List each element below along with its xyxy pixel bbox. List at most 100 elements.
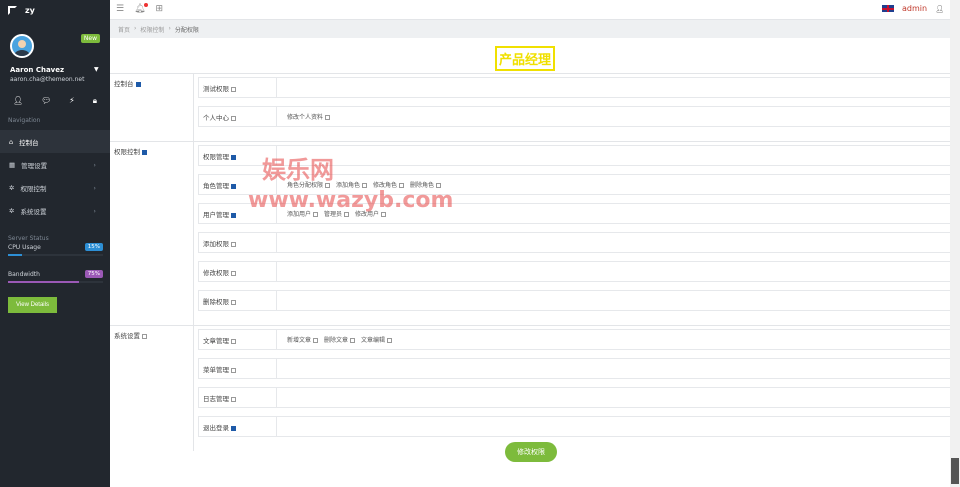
permission-row: 用户管理 添加用户 管理员 修改用户 [198,203,950,224]
checkbox[interactable] [231,270,236,276]
role-title: 产品经理 [495,46,556,71]
permission-row: 权限管理 [198,145,950,166]
checkbox[interactable] [399,183,405,188]
checkbox[interactable] [313,212,319,217]
sidebar-item-system[interactable]: ✲ 系统设置 › [0,199,110,222]
sub-permission[interactable]: 文章编辑 [361,335,393,344]
bolt-icon[interactable]: ⚡︎ [69,96,75,106]
permission-label[interactable]: 修改权限 [199,262,277,281]
chat-icon[interactable]: 💬︎ [41,96,51,106]
checkbox[interactable] [231,425,236,431]
topbar: ☰ 🔔︎ ⊞ admin 👤︎ [110,0,950,20]
scrollbar[interactable] [950,0,960,487]
chevron-right-icon: › [93,183,96,192]
permission-label-text: 权限管理 [203,153,229,161]
sub-permission[interactable]: 删除文章 [324,335,356,344]
submit-button[interactable]: 修改权限 [505,442,557,462]
permission-label[interactable]: 删除权限 [199,291,277,310]
checkbox[interactable] [231,154,236,160]
sub-permissions [277,417,950,436]
brand[interactable]: zy [0,0,110,20]
permission-label-text: 退出登录 [203,424,229,432]
lock-icon[interactable]: 🔒︎ [93,96,97,106]
sub-permission-label: 添加角色 [336,182,361,189]
caret-down-icon[interactable]: ▼ [94,66,99,73]
sub-permission[interactable]: 删除角色 [410,180,442,189]
permission-label[interactable]: 添加权限 [199,233,277,252]
checkbox[interactable] [135,81,141,87]
scrollbar-thumb[interactable] [951,458,959,484]
sub-permission[interactable]: 修改个人资料 [287,112,331,121]
sub-permission[interactable]: 管理员 [324,209,350,218]
checkbox[interactable] [436,183,442,188]
sub-permission[interactable]: 添加角色 [336,180,368,189]
bell-icon[interactable]: 🔔︎ [134,3,149,14]
checkbox[interactable] [362,183,368,188]
permission-section: 权限控制 权限管理角色管理 角色分配权限 添加角色 修改角色 删除角色用户管理 添加用户 管理… [110,141,950,325]
sidebar-item-label: 控制台 [19,138,39,147]
section-label[interactable]: 控制台 [110,74,194,141]
section-label[interactable]: 系统设置 [110,326,194,451]
sub-permission[interactable]: 新增文章 [287,335,319,344]
sub-permission-label: 修改用户 [355,211,380,218]
sub-permission[interactable]: 添加用户 [287,209,319,218]
checkbox[interactable] [142,333,147,339]
checkbox[interactable] [231,396,236,402]
permission-label[interactable]: 个人中心 [199,107,277,126]
avatar[interactable] [10,34,34,58]
breadcrumb-mid[interactable]: 权限控制 [140,25,164,34]
checkbox[interactable] [325,183,331,188]
sub-permission[interactable]: 角色分配权限 [287,180,331,189]
checkbox[interactable] [231,338,236,344]
checkbox[interactable] [231,299,236,305]
server-status: Server Status CPU Usage 15% Bandwidth 75… [8,235,103,297]
section-label-text: 系统设置 [114,332,140,340]
permission-label[interactable]: 用户管理 [199,204,277,223]
permission-row: 修改权限 [198,261,950,282]
checkbox[interactable] [325,115,331,120]
permission-label-text: 角色管理 [203,182,229,190]
checkbox[interactable] [231,367,236,373]
checkbox[interactable] [231,86,236,92]
checkbox[interactable] [142,149,147,155]
breadcrumb-home[interactable]: 首页 [118,25,130,34]
sidebar-item-dashboard[interactable]: ⌂ 控制台 [0,130,110,153]
permission-label[interactable]: 菜单管理 [199,359,277,378]
sub-permission[interactable]: 修改用户 [355,209,387,218]
user-icon[interactable]: 👤︎ [935,5,944,13]
user-name[interactable]: admin [902,4,927,13]
list-icon: ▦ [9,160,16,169]
sub-permission-label: 删除文章 [324,337,349,344]
section-label[interactable]: 权限控制 [110,142,194,325]
permission-label[interactable]: 退出登录 [199,417,277,436]
grid-icon[interactable]: ⊞ [156,4,164,14]
bandwidth-bar [8,281,103,283]
checkbox[interactable] [231,183,236,189]
permission-row: 测试权限 [198,77,950,98]
sub-permissions [277,359,950,378]
checkbox[interactable] [381,212,387,217]
permission-label[interactable]: 测试权限 [199,78,277,97]
checkbox[interactable] [313,338,319,343]
checkbox[interactable] [350,338,356,343]
permission-label[interactable]: 文章管理 [199,330,277,349]
menu-icon[interactable]: ☰ [116,4,124,14]
sidebar-item-permissions[interactable]: ✲ 权限控制 › [0,176,110,199]
checkbox[interactable] [387,338,393,343]
view-details-button[interactable]: View Details [8,297,57,313]
checkbox[interactable] [231,241,236,247]
permission-label[interactable]: 日志管理 [199,388,277,407]
sub-permission[interactable]: 修改角色 [373,180,405,189]
sidebar-item-manage[interactable]: ▦ 管理设置 › [0,153,110,176]
profile-name[interactable]: Aaron Chavez [10,66,64,74]
user-icon[interactable]: 👤︎ [13,96,23,106]
checkbox[interactable] [231,212,236,218]
sub-permissions [277,233,950,252]
checkbox[interactable] [231,115,236,121]
permission-label[interactable]: 权限管理 [199,146,277,165]
permission-row: 日志管理 [198,387,950,408]
sub-permissions [277,291,950,310]
flag-icon[interactable] [882,5,895,12]
checkbox[interactable] [344,212,350,217]
permission-label[interactable]: 角色管理 [199,175,277,194]
